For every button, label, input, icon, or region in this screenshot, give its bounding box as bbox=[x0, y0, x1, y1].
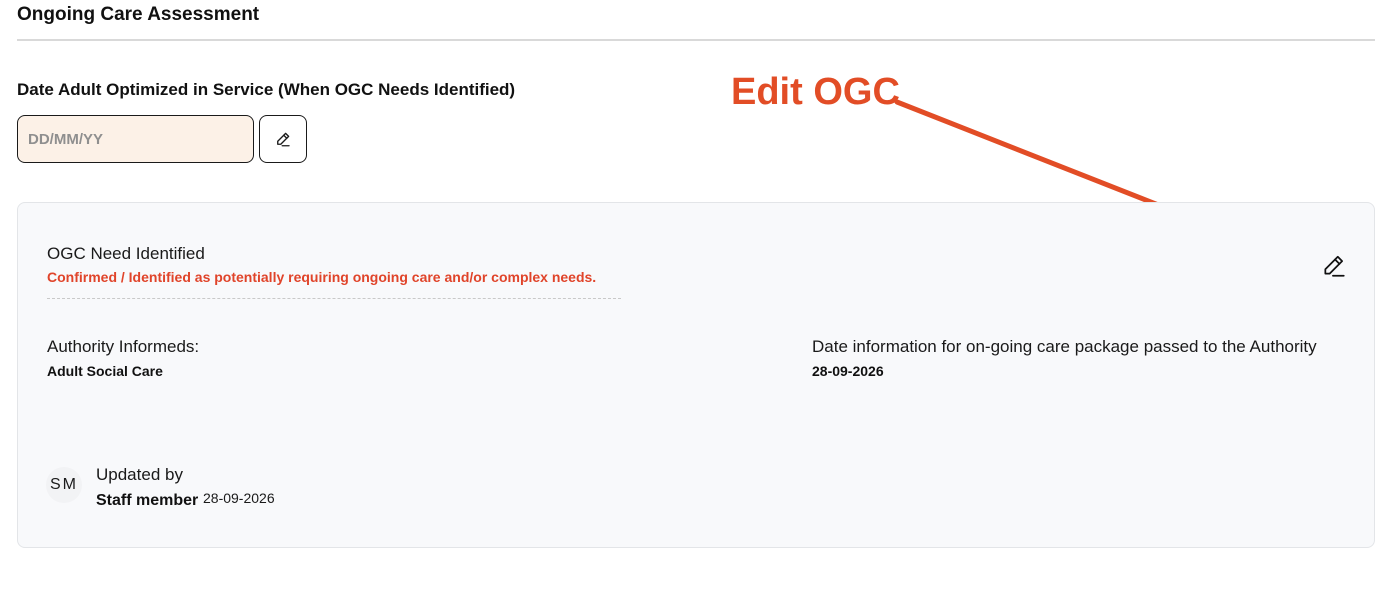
date-passed-value: 28-09-2026 bbox=[812, 363, 884, 379]
date-passed-label: Date information for on-going care packa… bbox=[812, 337, 1317, 356]
updated-by-label: Updated by bbox=[96, 465, 183, 484]
pencil-icon bbox=[277, 132, 290, 147]
ogc-card: OGC Need Identified Confirmed / Identifi… bbox=[17, 202, 1375, 548]
optimized-date-input[interactable] bbox=[17, 115, 254, 163]
pencil-icon bbox=[1324, 255, 1345, 277]
optimized-date-label: Date Adult Optimized in Service (When OG… bbox=[17, 80, 516, 99]
authority-informed-label: Authority Informeds: bbox=[47, 337, 200, 356]
ogc-need-description: Confirmed / Identified as potentially re… bbox=[47, 269, 597, 285]
section-divider bbox=[17, 39, 1375, 41]
ogc-divider bbox=[47, 298, 621, 299]
updated-date: 28-09-2026 bbox=[203, 490, 275, 506]
edit-ogc-button[interactable] bbox=[1319, 251, 1349, 281]
authority-informed-value: Adult Social Care bbox=[47, 363, 163, 379]
section-title: Ongoing Care Assessment bbox=[17, 4, 260, 25]
avatar: SM bbox=[46, 467, 82, 503]
ogc-need-title: OGC Need Identified bbox=[47, 244, 205, 263]
updated-by-name: Staff member bbox=[96, 492, 199, 509]
annotation-edit-ogc-label: Edit OGC bbox=[731, 71, 900, 113]
edit-date-button[interactable] bbox=[259, 115, 307, 163]
